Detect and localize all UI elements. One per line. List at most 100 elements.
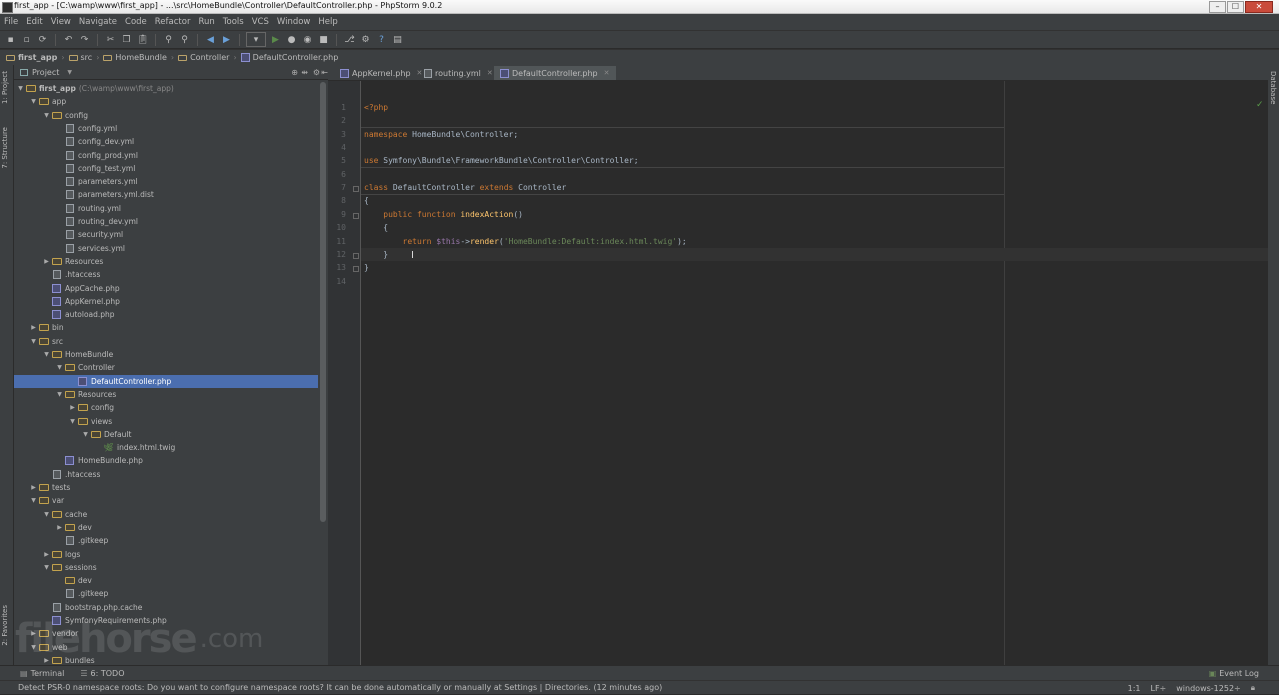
code-editor[interactable]: <?php namespace HomeBundle\Controller; use…	[361, 81, 1268, 665]
tree-folder[interactable]: dev	[14, 574, 318, 587]
editor-tab[interactable]: DefaultController.php ✕	[494, 66, 616, 80]
tree-file[interactable]: services.yml	[14, 242, 318, 255]
line-separator[interactable]: LF÷	[1151, 684, 1167, 693]
save-icon[interactable]: ▪	[4, 33, 17, 46]
breadcrumb-item[interactable]: HomeBundle	[103, 53, 167, 62]
bottom-tool-tab[interactable]: ☰ 6: TODO	[80, 669, 124, 678]
expanded-arrow-icon[interactable]: ▼	[42, 564, 51, 571]
help-icon[interactable]: ?	[375, 33, 388, 46]
menu-navigate[interactable]: Navigate	[79, 17, 117, 27]
locate-file-icon[interactable]: ⊕	[291, 68, 298, 77]
expanded-arrow-icon[interactable]: ▼	[55, 391, 64, 398]
code-line[interactable]: return $this->render('HomeBundle:Default…	[364, 237, 687, 246]
expanded-arrow-icon[interactable]: ▼	[42, 351, 51, 358]
structure-tool-tab[interactable]: 7: Structure	[1, 127, 9, 169]
coverage-icon[interactable]: ◉	[301, 33, 314, 46]
tree-folder[interactable]: ▶ Resources	[14, 255, 318, 268]
tree-file[interactable]: HomeBundle.php	[14, 454, 318, 467]
tree-folder[interactable]: ▶ config	[14, 401, 318, 414]
file-encoding[interactable]: windows-1252÷	[1176, 684, 1240, 693]
code-line[interactable]: use Symfony\Bundle\FrameworkBundle\Contr…	[364, 156, 639, 165]
tree-file[interactable]: autoload.php	[14, 308, 318, 321]
tree-file[interactable]: bootstrap.php.cache	[14, 601, 318, 614]
project-tool-tab[interactable]: 1: Project	[1, 71, 9, 104]
menu-vcs[interactable]: VCS	[252, 17, 269, 27]
tree-folder[interactable]: ▶ dev	[14, 521, 318, 534]
menu-view[interactable]: View	[51, 17, 71, 27]
breadcrumb-item[interactable]: first_app	[6, 53, 57, 62]
expanded-arrow-icon[interactable]: ▼	[55, 364, 64, 371]
favorites-tool-tab[interactable]: 2: Favorites	[1, 605, 9, 646]
tree-file[interactable]: .htaccess	[14, 268, 318, 281]
code-line[interactable]: }	[364, 250, 388, 259]
tree-folder[interactable]: ▼ sessions	[14, 561, 318, 574]
tree-file[interactable]: 🌿︎ index.html.twig	[14, 441, 318, 454]
collapse-all-icon[interactable]: ⇹	[301, 68, 308, 77]
collapsed-arrow-icon[interactable]: ▶	[68, 404, 77, 411]
save-all-icon[interactable]: ▫	[20, 33, 33, 46]
tree-folder[interactable]: ▼ cache	[14, 508, 318, 521]
tree-file[interactable]: security.yml	[14, 228, 318, 241]
lock-icon[interactable]: 🔒︎	[1251, 683, 1255, 693]
maximize-button[interactable]: ☐	[1227, 1, 1244, 13]
copy-icon[interactable]: ❐	[120, 33, 133, 46]
tree-file[interactable]: DefaultController.php	[14, 374, 318, 388]
tree-folder[interactable]: ▼ first_app (C:\wamp\www\first_app)	[14, 82, 318, 95]
gear-icon[interactable]: ⚙	[313, 68, 320, 77]
editor-tab[interactable]: routing.yml ✕	[418, 66, 499, 80]
tree-folder[interactable]: ▶ logs	[14, 548, 318, 561]
replace-icon[interactable]: ⚲	[178, 33, 191, 46]
tree-file[interactable]: config_prod.yml	[14, 149, 318, 162]
project-scrollbar[interactable]	[318, 80, 328, 665]
tree-file[interactable]: routing.yml	[14, 202, 318, 215]
tree-folder[interactable]: ▼ config	[14, 109, 318, 122]
menu-refactor[interactable]: Refactor	[155, 17, 191, 27]
code-line[interactable]: class DefaultController extends Controll…	[364, 183, 566, 192]
menu-run[interactable]: Run	[198, 17, 214, 27]
breadcrumb-item[interactable]: DefaultController.php	[240, 53, 338, 62]
fold-marker-icon[interactable]	[353, 266, 359, 273]
editor-tab[interactable]: AppKernel.php ✕	[334, 66, 428, 80]
fold-marker-icon[interactable]	[353, 212, 359, 219]
hide-panel-icon[interactable]: ⇤	[321, 68, 328, 77]
breadcrumb-item[interactable]: src	[68, 53, 92, 62]
forward-icon[interactable]: ▶	[220, 33, 233, 46]
code-line[interactable]: public function indexAction()	[364, 210, 523, 219]
tree-file[interactable]: parameters.yml	[14, 175, 318, 188]
code-line[interactable]: namespace HomeBundle\Controller;	[364, 130, 518, 139]
menu-help[interactable]: Help	[318, 17, 337, 27]
menu-file[interactable]: File	[4, 17, 18, 27]
tree-folder[interactable]: ▶ bin	[14, 321, 318, 334]
database-tool-tab[interactable]: Database	[1269, 71, 1277, 104]
tree-file[interactable]: AppKernel.php	[14, 295, 318, 308]
vcs-icon[interactable]: ⎇	[343, 33, 356, 46]
terminal-icon[interactable]: ▤	[391, 33, 404, 46]
bottom-tool-tab[interactable]: ▤ Terminal	[20, 669, 64, 678]
code-line[interactable]: {	[364, 223, 388, 232]
tree-folder[interactable]: ▼ Default	[14, 428, 318, 441]
redo-icon[interactable]: ↷	[78, 33, 91, 46]
fold-marker-icon[interactable]	[353, 186, 359, 193]
run-config-dropdown-icon[interactable]: ▾	[246, 32, 266, 47]
code-line[interactable]: }	[364, 263, 369, 272]
tree-folder[interactable]: ▼ app	[14, 95, 318, 108]
tree-file[interactable]: config.yml	[14, 122, 318, 135]
tree-file[interactable]: config_dev.yml	[14, 135, 318, 148]
run-icon[interactable]: ▶	[269, 33, 282, 46]
tree-file[interactable]: AppCache.php	[14, 282, 318, 295]
expanded-arrow-icon[interactable]: ▼	[68, 418, 77, 425]
fold-marker-icon[interactable]	[353, 252, 359, 259]
code-line[interactable]: {	[364, 196, 369, 205]
settings-icon[interactable]: ⚙	[359, 33, 372, 46]
tree-file[interactable]: routing_dev.yml	[14, 215, 318, 228]
tree-folder[interactable]: ▼ src	[14, 335, 318, 348]
tree-folder[interactable]: ▼ Controller	[14, 361, 318, 374]
close-tab-icon[interactable]: ✕	[604, 69, 610, 77]
expanded-arrow-icon[interactable]: ▼	[42, 511, 51, 518]
find-icon[interactable]: ⚲	[162, 33, 175, 46]
caret-position[interactable]: 1:1	[1128, 684, 1141, 693]
menu-tools[interactable]: Tools	[223, 17, 244, 27]
tree-folder[interactable]: ▼ var	[14, 494, 318, 507]
tree-folder[interactable]: ▼ views	[14, 415, 318, 428]
status-message[interactable]: Detect PSR-0 namespace roots: Do you wan…	[18, 683, 662, 692]
